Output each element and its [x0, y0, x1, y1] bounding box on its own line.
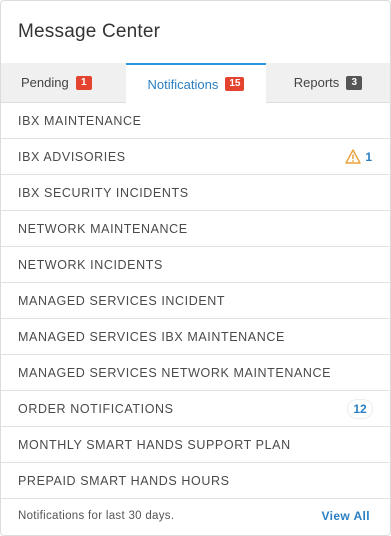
list-item-ibx-advisories[interactable]: IBX ADVISORIES 1 — [1, 139, 390, 175]
panel-footer: Notifications for last 30 days. View All — [1, 499, 390, 532]
order-notifications-count: 12 — [348, 399, 372, 418]
list-item-prepaid-smart-hands-hours[interactable]: PREPAID SMART HANDS HOURS — [1, 463, 390, 499]
notification-category-list: IBX MAINTENANCE IBX ADVISORIES 1 IBX SEC… — [1, 103, 390, 499]
view-all-link[interactable]: View All — [321, 509, 370, 523]
list-item-label: MONTHLY SMART HANDS SUPPORT PLAN — [18, 437, 291, 452]
tab-pending-label: Pending — [21, 75, 69, 90]
tab-notifications-label: Notifications — [147, 76, 219, 92]
list-item-label: MANAGED SERVICES INCIDENT — [18, 293, 226, 308]
list-item-monthly-smart-hands-support-plan[interactable]: MONTHLY SMART HANDS SUPPORT PLAN — [1, 427, 390, 463]
reports-count-badge: 3 — [346, 75, 363, 90]
list-item-label: MANAGED SERVICES IBX MAINTENANCE — [18, 329, 285, 344]
list-item-ibx-security-incidents[interactable]: IBX SECURITY INCIDENTS — [1, 175, 390, 211]
tab-reports-label: Reports — [293, 75, 340, 90]
list-item-managed-services-network-maintenance[interactable]: MANAGED SERVICES NETWORK MAINTENANCE — [1, 355, 390, 391]
tab-bar: Pending 1 Notifications 15 Reports 3 — [1, 63, 390, 103]
list-item-order-notifications[interactable]: ORDER NOTIFICATIONS 12 — [1, 391, 390, 427]
list-item-network-incidents[interactable]: NETWORK INCIDENTS — [1, 247, 390, 283]
pending-count-badge: 1 — [75, 75, 92, 90]
notifications-count-badge: 15 — [225, 77, 245, 91]
list-item-network-maintenance[interactable]: NETWORK MAINTENANCE — [1, 211, 390, 247]
advisories-indicator: 1 — [345, 149, 372, 164]
list-item-label: IBX SECURITY INCIDENTS — [18, 185, 189, 200]
tab-notifications[interactable]: Notifications 15 — [126, 63, 266, 103]
footer-note: Notifications for last 30 days. — [18, 509, 175, 522]
warning-icon — [345, 149, 362, 164]
list-item-managed-services-ibx-maintenance[interactable]: MANAGED SERVICES IBX MAINTENANCE — [1, 319, 390, 355]
list-item-label: IBX MAINTENANCE — [18, 113, 142, 128]
advisories-count: 1 — [365, 149, 372, 164]
tab-reports[interactable]: Reports 3 — [266, 63, 390, 102]
list-item-managed-services-incident[interactable]: MANAGED SERVICES INCIDENT — [1, 283, 390, 319]
list-item-label: ORDER NOTIFICATIONS — [18, 401, 174, 416]
list-item-label: IBX ADVISORIES — [18, 149, 126, 164]
list-item-label: MANAGED SERVICES NETWORK MAINTENANCE — [18, 365, 332, 380]
tab-pending[interactable]: Pending 1 — [1, 63, 126, 102]
list-item-label: NETWORK INCIDENTS — [18, 257, 163, 272]
list-item-label: PREPAID SMART HANDS HOURS — [18, 473, 230, 488]
panel-title: Message Center — [18, 21, 161, 42]
list-item-label: NETWORK MAINTENANCE — [18, 221, 188, 236]
message-center-panel: Message Center Pending 1 Notifications 1… — [0, 0, 391, 536]
list-item-ibx-maintenance[interactable]: IBX MAINTENANCE — [1, 103, 390, 139]
